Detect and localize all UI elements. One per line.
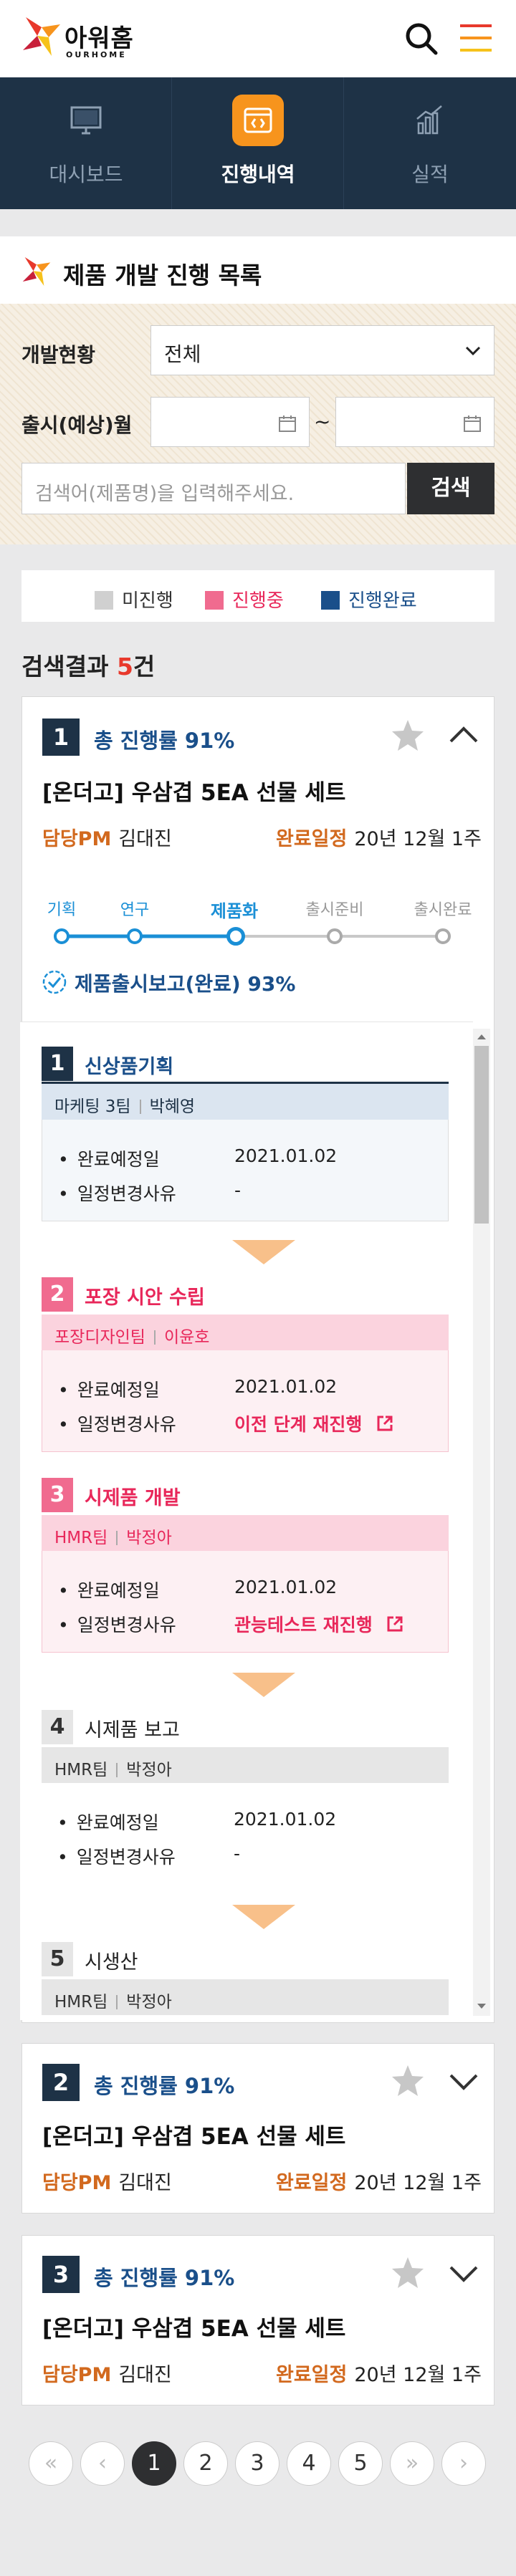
step-label-planning: 기획 <box>47 901 77 919</box>
external-link-icon <box>377 1416 393 1431</box>
stage-number: 2 <box>42 1277 73 1312</box>
stage-title: 시생산 <box>85 1951 138 1974</box>
stage-team: HMR팀 박정아 <box>42 1747 449 1783</box>
stage-item: 2 포장 시안 수립 포장디자인팀이윤호 완료예정일 2021.01.02 일정… <box>42 1274 449 1452</box>
stage-title: 신상품기획 <box>85 1056 174 1078</box>
expand-chevron-icon[interactable] <box>444 2253 484 2293</box>
stage-item: 5 시생산 HMR팀 박정아 <box>42 1939 449 2015</box>
stage-date: 2021.01.02 <box>234 1577 338 1597</box>
page-5-button[interactable]: 5 <box>338 2441 383 2486</box>
favorite-star-icon[interactable] <box>388 2061 428 2101</box>
scroll-up-icon[interactable] <box>477 1033 487 1040</box>
stage-reason-link[interactable]: 관능테스트 재진행 <box>234 1611 404 1637</box>
card-due: 완료일정 20년 12월 1주 <box>276 2364 482 2386</box>
step-dot-productization <box>226 927 245 946</box>
stage-title: 시제품 개발 <box>85 1487 181 1509</box>
stage-team: 마케팅 3팀 박혜영 <box>42 1084 449 1120</box>
card-due: 완료일정 20년 12월 1주 <box>276 2172 482 2194</box>
stage-number: 5 <box>42 1942 73 1976</box>
stage-reason: - <box>234 1843 241 1864</box>
page-next-button[interactable]: › <box>441 2441 486 2486</box>
favorite-star-icon[interactable] <box>388 2253 428 2293</box>
stage-item: 1 신상품기획 마케팅 3팀박혜영 완료예정일 2021.01.02 일정변경사… <box>42 1044 449 1221</box>
flow-arrow-icon <box>232 1240 295 1264</box>
stage-item: 4 시제품 보고 HMR팀박정아 완료예정일 2021.01.02 일정변경사유… <box>42 1707 449 1885</box>
step-dot-launch-prep <box>327 928 343 944</box>
card-title: [온더고] 우삼겹 5EA 선물 세트 <box>42 2124 346 2150</box>
card-number: 2 <box>42 2064 80 2101</box>
page-last-button[interactable]: » <box>390 2441 434 2486</box>
expand-chevron-icon[interactable] <box>444 2061 484 2101</box>
stage-date: 2021.01.02 <box>234 1809 337 1830</box>
page-first-button[interactable]: « <box>29 2441 73 2486</box>
stage-list-scrollbar[interactable] <box>473 1029 490 2016</box>
step-label-launch-done: 출시완료 <box>414 901 472 919</box>
launch-report-status[interactable]: 제품출시보고(완료) 93% <box>42 969 295 997</box>
scroll-down-icon[interactable] <box>477 2003 487 2010</box>
stage-date: 2021.01.02 <box>234 1376 338 1397</box>
page-3-button[interactable]: 3 <box>235 2441 280 2486</box>
card-pm: 담당PM 김대진 <box>42 2364 172 2386</box>
stage-item: 3 시제품 개발 HMR팀박정아 완료예정일 2021.01.02 일정변경사유… <box>42 1475 449 1653</box>
stage-number: 3 <box>42 1478 73 1512</box>
step-track <box>62 934 443 938</box>
scrollbar-thumb[interactable] <box>474 1046 489 1224</box>
project-card[interactable]: 3 총 진행률 91% [온더고] 우삼겹 5EA 선물 세트 담당PM 김대진 … <box>22 2235 494 2406</box>
stage-team: HMR팀 박정아 <box>42 1979 449 2015</box>
step-dot-launch-done <box>435 928 451 944</box>
flow-arrow-icon <box>232 1905 295 1929</box>
external-link-icon <box>387 1616 403 1632</box>
check-circle-icon <box>42 970 67 994</box>
step-label-productization: 제품화 <box>210 901 259 921</box>
stage-list: 1 신상품기획 마케팅 3팀박혜영 완료예정일 2021.01.02 일정변경사… <box>20 1022 473 2020</box>
step-label-research: 연구 <box>120 901 150 919</box>
stage-team: HMR팀 박정아 <box>42 1515 449 1551</box>
stage-number: 4 <box>42 1710 73 1744</box>
step-label-launch-prep: 출시준비 <box>305 901 364 919</box>
card-pm: 담당PM 김대진 <box>42 2172 172 2194</box>
flow-arrow-icon <box>232 1673 295 1697</box>
project-card[interactable]: 2 총 진행률 91% [온더고] 우삼겹 5EA 선물 세트 담당PM 김대진 … <box>22 2043 494 2214</box>
card-progress: 총 진행률 91% <box>94 2074 235 2098</box>
page-2-button[interactable]: 2 <box>183 2441 228 2486</box>
step-dot-research <box>127 928 143 944</box>
stage-title: 포장 시안 수립 <box>85 1287 205 1309</box>
stage-reason-link[interactable]: 이전 단계 재진행 <box>234 1410 394 1436</box>
page-4-button[interactable]: 4 <box>287 2441 331 2486</box>
stage-number: 1 <box>42 1047 73 1081</box>
stage-title: 시제품 보고 <box>85 1719 180 1741</box>
stage-reason: - <box>234 1180 242 1201</box>
stage-team: 포장디자인팀 이윤호 <box>42 1315 449 1350</box>
card-number: 3 <box>42 2256 80 2293</box>
card-progress: 총 진행률 91% <box>94 2266 235 2290</box>
step-dot-planning <box>54 928 70 944</box>
page-1-button[interactable]: 1 <box>132 2441 176 2486</box>
stage-date: 2021.01.02 <box>234 1145 338 1166</box>
page-prev-button[interactable]: ‹ <box>80 2441 125 2486</box>
card-title: [온더고] 우삼겹 5EA 선물 세트 <box>42 2316 346 2342</box>
